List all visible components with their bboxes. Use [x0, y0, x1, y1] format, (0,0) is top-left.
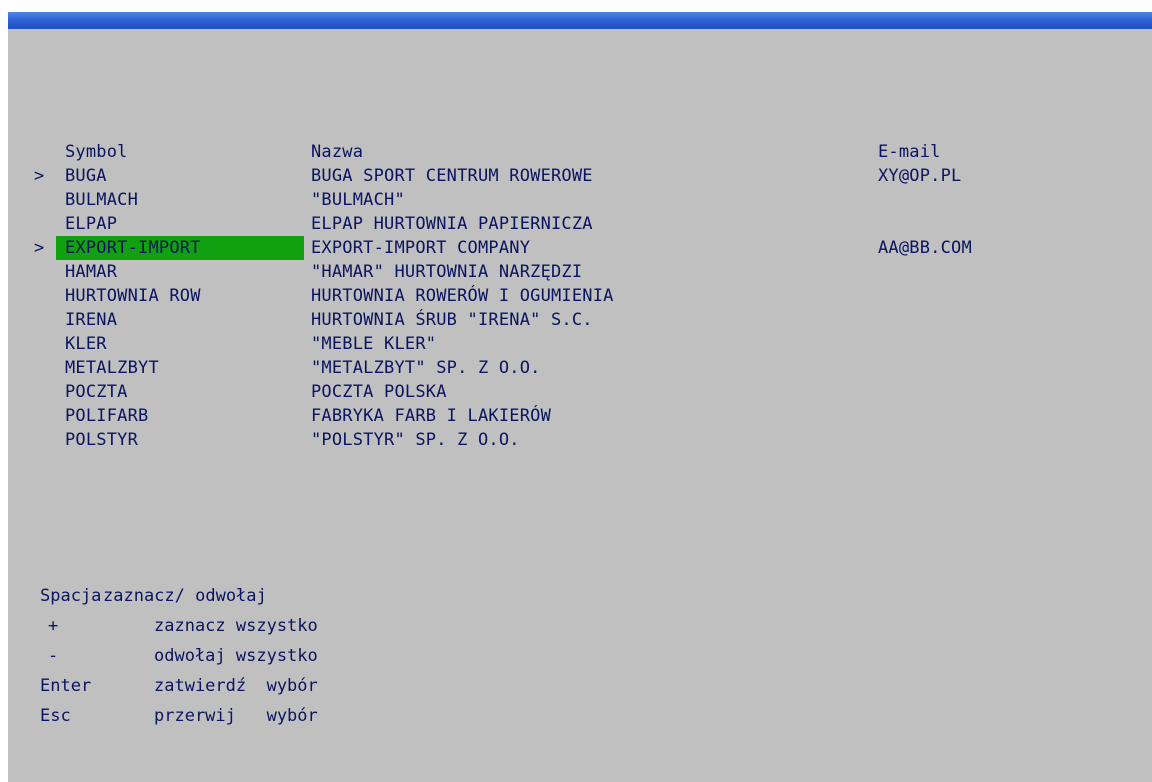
window-titlebar	[8, 12, 1152, 29]
row-email: AA@BB.COM	[878, 238, 972, 258]
help-action-space: zaznacz/ odwołaj	[103, 586, 267, 606]
row-nazwa: FABRYKA FARB I LAKIERÓW	[311, 406, 552, 426]
row-nazwa: HURTOWNIA ROWERÓW I OGUMIENIA	[311, 286, 614, 306]
row-symbol: BULMACH	[65, 190, 139, 210]
row-symbol: BUGA	[65, 166, 107, 186]
column-header-nazwa: Nazwa	[311, 142, 364, 162]
row-symbol: HURTOWNIA ROW	[65, 286, 201, 306]
list-item[interactable]: POLIFARB FABRYKA FARB I LAKIERÓW	[8, 404, 1152, 428]
row-nazwa: POCZTA POLSKA	[311, 382, 447, 402]
row-nazwa: "HAMAR" HURTOWNIA NARZĘDZI	[311, 262, 583, 282]
help-action-enter: zatwierdź wybór	[154, 676, 318, 696]
selection-marker: >	[34, 238, 45, 258]
list-item[interactable]: IRENA HURTOWNIA ŚRUB "IRENA" S.C.	[8, 308, 1152, 332]
row-symbol: HAMAR	[65, 262, 118, 282]
row-nazwa: "METALZBYT" SP. Z O.O.	[311, 358, 541, 378]
row-symbol: POLSTYR	[65, 430, 139, 450]
help-action-plus: zaznacz wszystko	[154, 616, 318, 636]
list-item[interactable]: HURTOWNIA ROW HURTOWNIA ROWERÓW I OGUMIE…	[8, 284, 1152, 308]
list-item[interactable]: BULMACH "BULMACH"	[8, 188, 1152, 212]
row-symbol: POLIFARB	[65, 406, 149, 426]
row-nazwa: EXPORT-IMPORT COMPANY	[311, 238, 531, 258]
help-action-esc: przerwij wybór	[154, 706, 318, 726]
list-item[interactable]: KLER "MEBLE KLER"	[8, 332, 1152, 356]
list-item[interactable]: POLSTYR "POLSTYR" SP. Z O.O.	[8, 428, 1152, 452]
row-nazwa: BUGA SPORT CENTRUM ROWEROWE	[311, 166, 593, 186]
help-action-minus: odwołaj wszystko	[154, 646, 318, 666]
help-key-minus: -	[48, 646, 59, 666]
row-nazwa: ELPAP HURTOWNIA PAPIERNICZA	[311, 214, 593, 234]
row-email: XY@OP.PL	[878, 166, 962, 186]
row-symbol: KLER	[65, 334, 107, 354]
row-nazwa: "BULMACH"	[311, 190, 405, 210]
row-symbol: POCZTA	[65, 382, 128, 402]
list-item[interactable]: POCZTA POCZTA POLSKA	[8, 380, 1152, 404]
column-header-symbol: Symbol	[65, 142, 128, 162]
row-nazwa: HURTOWNIA ŚRUB "IRENA" S.C.	[311, 310, 593, 330]
list-item[interactable]: HAMAR "HAMAR" HURTOWNIA NARZĘDZI	[8, 260, 1152, 284]
row-symbol: ELPAP	[65, 214, 118, 234]
column-header-email: E-mail	[878, 142, 941, 162]
help-key-space: Spacja	[40, 586, 102, 606]
selection-marker: >	[34, 166, 45, 186]
row-symbol: IRENA	[65, 310, 118, 330]
row-nazwa: "POLSTYR" SP. Z O.O.	[311, 430, 520, 450]
help-key-enter: Enter	[40, 676, 92, 696]
list-item[interactable]: > BUGA BUGA SPORT CENTRUM ROWEROWE XY@OP…	[8, 164, 1152, 188]
list-item[interactable]: METALZBYT "METALZBYT" SP. Z O.O.	[8, 356, 1152, 380]
row-symbol: EXPORT-IMPORT	[65, 238, 201, 258]
terminal-screen: Symbol Nazwa E-mail > BUGA BUGA SPORT CE…	[8, 12, 1152, 782]
list-item-highlighted[interactable]: > EXPORT-IMPORT EXPORT-IMPORT COMPANY AA…	[8, 236, 1152, 260]
list-item[interactable]: ELPAP ELPAP HURTOWNIA PAPIERNICZA	[8, 212, 1152, 236]
row-symbol: METALZBYT	[65, 358, 159, 378]
help-key-esc: Esc	[40, 706, 71, 726]
row-nazwa: "MEBLE KLER"	[311, 334, 437, 354]
help-key-plus: +	[48, 616, 59, 636]
